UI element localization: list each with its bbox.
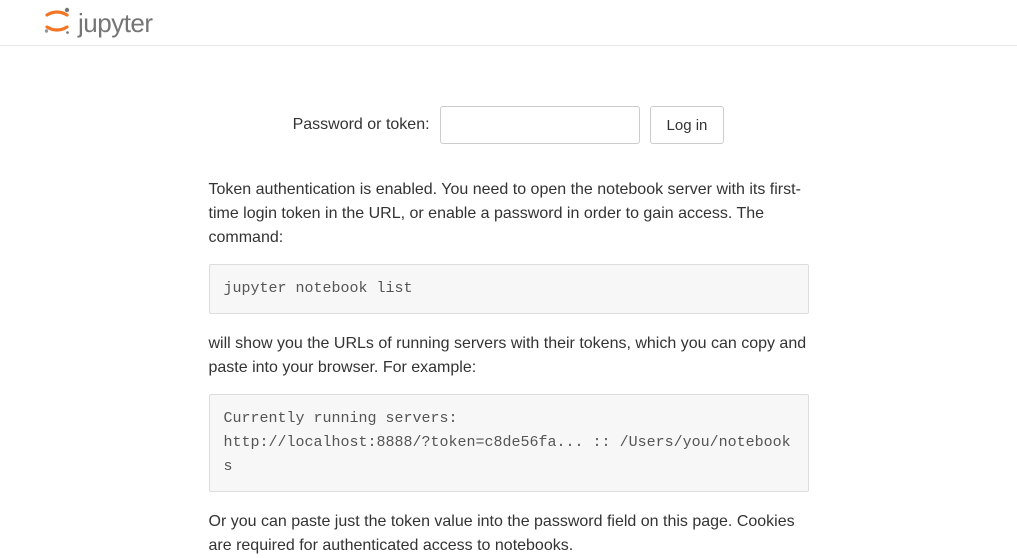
instruction-text-2: will show you the URLs of running server…	[209, 332, 809, 380]
instruction-text-3: Or you can paste just the token value in…	[209, 510, 809, 558]
logo-text: jupyter	[78, 8, 153, 39]
login-button[interactable]: Log in	[650, 106, 725, 144]
main-content: Password or token: Log in Token authenti…	[209, 106, 809, 558]
code-block-example: Currently running servers: http://localh…	[209, 394, 809, 492]
code-block-command: jupyter notebook list	[209, 264, 809, 314]
jupyter-logo[interactable]: jupyter	[42, 6, 1001, 41]
password-label: Password or token:	[293, 116, 430, 134]
password-input[interactable]	[440, 106, 640, 144]
login-form: Password or token: Log in	[209, 106, 809, 144]
instruction-text-1: Token authentication is enabled. You nee…	[209, 178, 809, 250]
page-header: jupyter	[0, 0, 1017, 46]
jupyter-icon	[42, 6, 72, 41]
